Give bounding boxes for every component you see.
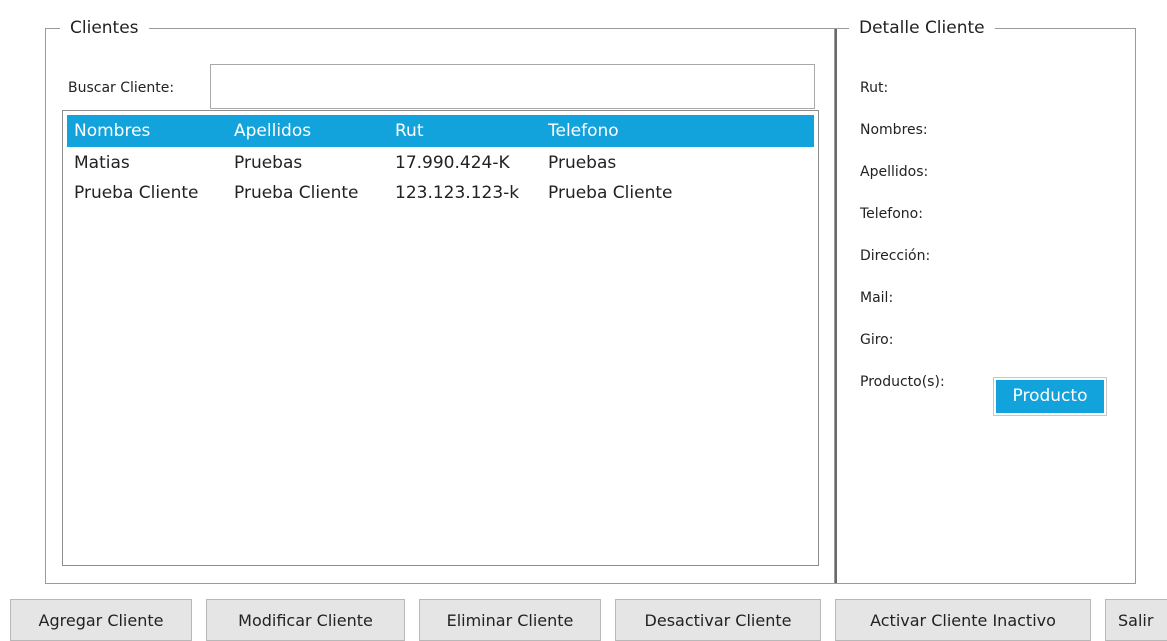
cell-nombres: Prueba Cliente: [74, 183, 199, 203]
column-header-telefono[interactable]: Telefono: [548, 115, 619, 147]
cell-telefono: Prueba Cliente: [548, 183, 673, 203]
list-item[interactable]: Matias Pruebas 17.990.424-K Pruebas: [67, 149, 814, 177]
producto-list[interactable]: Producto: [993, 377, 1107, 416]
clientes-group-title: Clientes: [60, 16, 149, 40]
modificar-cliente-button[interactable]: Modificar Cliente: [206, 599, 405, 641]
cell-apellidos: Pruebas: [234, 153, 303, 173]
detail-label-mail: Mail:: [860, 290, 894, 306]
eliminar-cliente-button[interactable]: Eliminar Cliente: [419, 599, 601, 641]
client-list[interactable]: Nombres Apellidos Rut Telefono Matias Pr…: [62, 110, 819, 566]
cell-apellidos: Prueba Cliente: [234, 183, 359, 203]
column-header-rut[interactable]: Rut: [395, 115, 424, 147]
detail-label-telefono: Telefono:: [860, 206, 923, 222]
list-item[interactable]: Prueba Cliente Prueba Cliente 123.123.12…: [67, 179, 814, 207]
cell-telefono: Pruebas: [548, 153, 617, 173]
detail-label-rut: Rut:: [860, 80, 889, 96]
search-label: Buscar Cliente:: [68, 80, 175, 96]
activar-cliente-inactivo-button[interactable]: Activar Cliente Inactivo: [835, 599, 1091, 641]
detail-label-nombres: Nombres:: [860, 122, 928, 138]
detail-label-productos: Producto(s):: [860, 374, 945, 390]
column-header-apellidos[interactable]: Apellidos: [234, 115, 311, 147]
salir-button[interactable]: Salir: [1105, 599, 1167, 641]
cell-rut: 123.123.123-k: [395, 183, 520, 203]
cell-rut: 17.990.424-K: [395, 153, 510, 173]
column-header-nombres[interactable]: Nombres: [74, 115, 150, 147]
agregar-cliente-button[interactable]: Agregar Cliente: [10, 599, 192, 641]
desactivar-cliente-button[interactable]: Desactivar Cliente: [615, 599, 821, 641]
detail-label-giro: Giro:: [860, 332, 894, 348]
producto-item[interactable]: Producto: [996, 380, 1104, 413]
detail-label-apellidos: Apellidos:: [860, 164, 929, 180]
detail-label-direccion: Dirección:: [860, 248, 931, 264]
cell-nombres: Matias: [74, 153, 130, 173]
search-input[interactable]: [210, 64, 815, 109]
detalle-group-title: Detalle Cliente: [849, 16, 995, 40]
list-header-row[interactable]: Nombres Apellidos Rut Telefono: [67, 115, 814, 147]
